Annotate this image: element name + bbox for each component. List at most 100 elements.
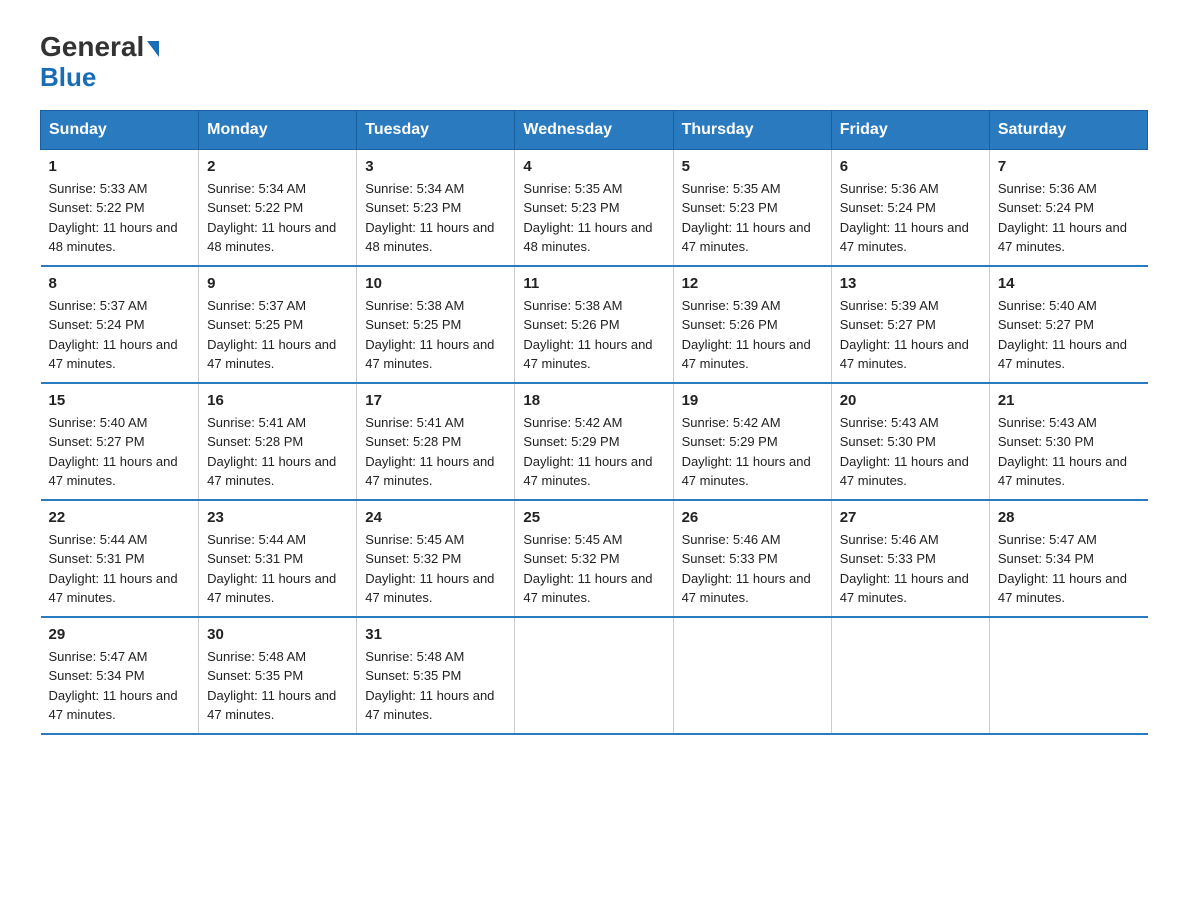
- day-number: 17: [365, 392, 506, 409]
- day-number: 14: [998, 275, 1140, 292]
- calendar-table: SundayMondayTuesdayWednesdayThursdayFrid…: [40, 110, 1148, 735]
- calendar-cell: 23 Sunrise: 5:44 AM Sunset: 5:31 PM Dayl…: [199, 500, 357, 617]
- sunset-label: Sunset: 5:34 PM: [49, 668, 145, 683]
- day-info: Sunrise: 5:44 AM Sunset: 5:31 PM Dayligh…: [207, 530, 348, 608]
- day-info: Sunrise: 5:35 AM Sunset: 5:23 PM Dayligh…: [523, 179, 664, 257]
- sunrise-label: Sunrise: 5:41 AM: [365, 415, 464, 430]
- calendar-week-row: 1 Sunrise: 5:33 AM Sunset: 5:22 PM Dayli…: [41, 149, 1148, 266]
- day-info: Sunrise: 5:38 AM Sunset: 5:26 PM Dayligh…: [523, 296, 664, 374]
- calendar-cell: 12 Sunrise: 5:39 AM Sunset: 5:26 PM Dayl…: [673, 266, 831, 383]
- calendar-cell: 25 Sunrise: 5:45 AM Sunset: 5:32 PM Dayl…: [515, 500, 673, 617]
- calendar-cell: 11 Sunrise: 5:38 AM Sunset: 5:26 PM Dayl…: [515, 266, 673, 383]
- sunset-label: Sunset: 5:35 PM: [365, 668, 461, 683]
- daylight-label: Daylight: 11 hours and 47 minutes.: [365, 688, 494, 723]
- calendar-cell: 21 Sunrise: 5:43 AM Sunset: 5:30 PM Dayl…: [989, 383, 1147, 500]
- sunset-label: Sunset: 5:33 PM: [682, 551, 778, 566]
- day-info: Sunrise: 5:42 AM Sunset: 5:29 PM Dayligh…: [682, 413, 823, 491]
- sunset-label: Sunset: 5:22 PM: [49, 200, 145, 215]
- weekday-header-monday: Monday: [199, 110, 357, 149]
- daylight-label: Daylight: 11 hours and 47 minutes.: [523, 337, 652, 372]
- daylight-label: Daylight: 11 hours and 47 minutes.: [682, 571, 811, 606]
- daylight-label: Daylight: 11 hours and 47 minutes.: [840, 337, 969, 372]
- day-info: Sunrise: 5:35 AM Sunset: 5:23 PM Dayligh…: [682, 179, 823, 257]
- sunset-label: Sunset: 5:34 PM: [998, 551, 1094, 566]
- sunset-label: Sunset: 5:31 PM: [49, 551, 145, 566]
- daylight-label: Daylight: 11 hours and 47 minutes.: [998, 571, 1127, 606]
- daylight-label: Daylight: 11 hours and 47 minutes.: [682, 454, 811, 489]
- calendar-cell: 6 Sunrise: 5:36 AM Sunset: 5:24 PM Dayli…: [831, 149, 989, 266]
- day-info: Sunrise: 5:41 AM Sunset: 5:28 PM Dayligh…: [365, 413, 506, 491]
- sunset-label: Sunset: 5:22 PM: [207, 200, 303, 215]
- day-number: 26: [682, 509, 823, 526]
- calendar-cell: [989, 617, 1147, 734]
- daylight-label: Daylight: 11 hours and 47 minutes.: [840, 220, 969, 255]
- day-number: 21: [998, 392, 1140, 409]
- daylight-label: Daylight: 11 hours and 47 minutes.: [523, 454, 652, 489]
- calendar-cell: 8 Sunrise: 5:37 AM Sunset: 5:24 PM Dayli…: [41, 266, 199, 383]
- daylight-label: Daylight: 11 hours and 47 minutes.: [998, 454, 1127, 489]
- day-number: 4: [523, 158, 664, 175]
- day-info: Sunrise: 5:43 AM Sunset: 5:30 PM Dayligh…: [998, 413, 1140, 491]
- sunrise-label: Sunrise: 5:37 AM: [49, 298, 148, 313]
- day-info: Sunrise: 5:48 AM Sunset: 5:35 PM Dayligh…: [365, 647, 506, 725]
- sunset-label: Sunset: 5:28 PM: [365, 434, 461, 449]
- weekday-header-wednesday: Wednesday: [515, 110, 673, 149]
- calendar-cell: 27 Sunrise: 5:46 AM Sunset: 5:33 PM Dayl…: [831, 500, 989, 617]
- daylight-label: Daylight: 11 hours and 48 minutes.: [207, 220, 336, 255]
- sunset-label: Sunset: 5:30 PM: [998, 434, 1094, 449]
- daylight-label: Daylight: 11 hours and 48 minutes.: [523, 220, 652, 255]
- calendar-week-row: 15 Sunrise: 5:40 AM Sunset: 5:27 PM Dayl…: [41, 383, 1148, 500]
- day-number: 13: [840, 275, 981, 292]
- sunrise-label: Sunrise: 5:38 AM: [365, 298, 464, 313]
- daylight-label: Daylight: 11 hours and 48 minutes.: [365, 220, 494, 255]
- sunset-label: Sunset: 5:28 PM: [207, 434, 303, 449]
- calendar-cell: 7 Sunrise: 5:36 AM Sunset: 5:24 PM Dayli…: [989, 149, 1147, 266]
- sunrise-label: Sunrise: 5:39 AM: [682, 298, 781, 313]
- calendar-week-row: 22 Sunrise: 5:44 AM Sunset: 5:31 PM Dayl…: [41, 500, 1148, 617]
- sunrise-label: Sunrise: 5:46 AM: [840, 532, 939, 547]
- day-info: Sunrise: 5:37 AM Sunset: 5:25 PM Dayligh…: [207, 296, 348, 374]
- sunset-label: Sunset: 5:29 PM: [523, 434, 619, 449]
- calendar-cell: 30 Sunrise: 5:48 AM Sunset: 5:35 PM Dayl…: [199, 617, 357, 734]
- day-info: Sunrise: 5:36 AM Sunset: 5:24 PM Dayligh…: [998, 179, 1140, 257]
- day-info: Sunrise: 5:40 AM Sunset: 5:27 PM Dayligh…: [998, 296, 1140, 374]
- sunrise-label: Sunrise: 5:36 AM: [840, 181, 939, 196]
- day-number: 23: [207, 509, 348, 526]
- sunrise-label: Sunrise: 5:44 AM: [49, 532, 148, 547]
- daylight-label: Daylight: 11 hours and 47 minutes.: [49, 571, 178, 606]
- sunrise-label: Sunrise: 5:38 AM: [523, 298, 622, 313]
- day-info: Sunrise: 5:48 AM Sunset: 5:35 PM Dayligh…: [207, 647, 348, 725]
- sunrise-label: Sunrise: 5:42 AM: [682, 415, 781, 430]
- sunset-label: Sunset: 5:27 PM: [840, 317, 936, 332]
- calendar-header-row: SundayMondayTuesdayWednesdayThursdayFrid…: [41, 110, 1148, 149]
- day-number: 30: [207, 626, 348, 643]
- day-info: Sunrise: 5:33 AM Sunset: 5:22 PM Dayligh…: [49, 179, 191, 257]
- day-info: Sunrise: 5:42 AM Sunset: 5:29 PM Dayligh…: [523, 413, 664, 491]
- calendar-week-row: 29 Sunrise: 5:47 AM Sunset: 5:34 PM Dayl…: [41, 617, 1148, 734]
- sunset-label: Sunset: 5:27 PM: [998, 317, 1094, 332]
- calendar-cell: 4 Sunrise: 5:35 AM Sunset: 5:23 PM Dayli…: [515, 149, 673, 266]
- sunrise-label: Sunrise: 5:45 AM: [523, 532, 622, 547]
- daylight-label: Daylight: 11 hours and 47 minutes.: [207, 571, 336, 606]
- sunrise-label: Sunrise: 5:40 AM: [49, 415, 148, 430]
- daylight-label: Daylight: 11 hours and 48 minutes.: [49, 220, 178, 255]
- calendar-cell: 1 Sunrise: 5:33 AM Sunset: 5:22 PM Dayli…: [41, 149, 199, 266]
- day-number: 19: [682, 392, 823, 409]
- sunset-label: Sunset: 5:30 PM: [840, 434, 936, 449]
- sunrise-label: Sunrise: 5:40 AM: [998, 298, 1097, 313]
- daylight-label: Daylight: 11 hours and 47 minutes.: [682, 220, 811, 255]
- calendar-cell: 31 Sunrise: 5:48 AM Sunset: 5:35 PM Dayl…: [357, 617, 515, 734]
- day-number: 5: [682, 158, 823, 175]
- day-number: 18: [523, 392, 664, 409]
- daylight-label: Daylight: 11 hours and 47 minutes.: [840, 571, 969, 606]
- calendar-cell: 19 Sunrise: 5:42 AM Sunset: 5:29 PM Dayl…: [673, 383, 831, 500]
- weekday-header-saturday: Saturday: [989, 110, 1147, 149]
- sunrise-label: Sunrise: 5:47 AM: [49, 649, 148, 664]
- daylight-label: Daylight: 11 hours and 47 minutes.: [207, 454, 336, 489]
- day-info: Sunrise: 5:38 AM Sunset: 5:25 PM Dayligh…: [365, 296, 506, 374]
- day-info: Sunrise: 5:40 AM Sunset: 5:27 PM Dayligh…: [49, 413, 191, 491]
- page-header: General Blue: [40, 30, 1148, 90]
- sunset-label: Sunset: 5:23 PM: [523, 200, 619, 215]
- calendar-cell: 2 Sunrise: 5:34 AM Sunset: 5:22 PM Dayli…: [199, 149, 357, 266]
- daylight-label: Daylight: 11 hours and 47 minutes.: [365, 337, 494, 372]
